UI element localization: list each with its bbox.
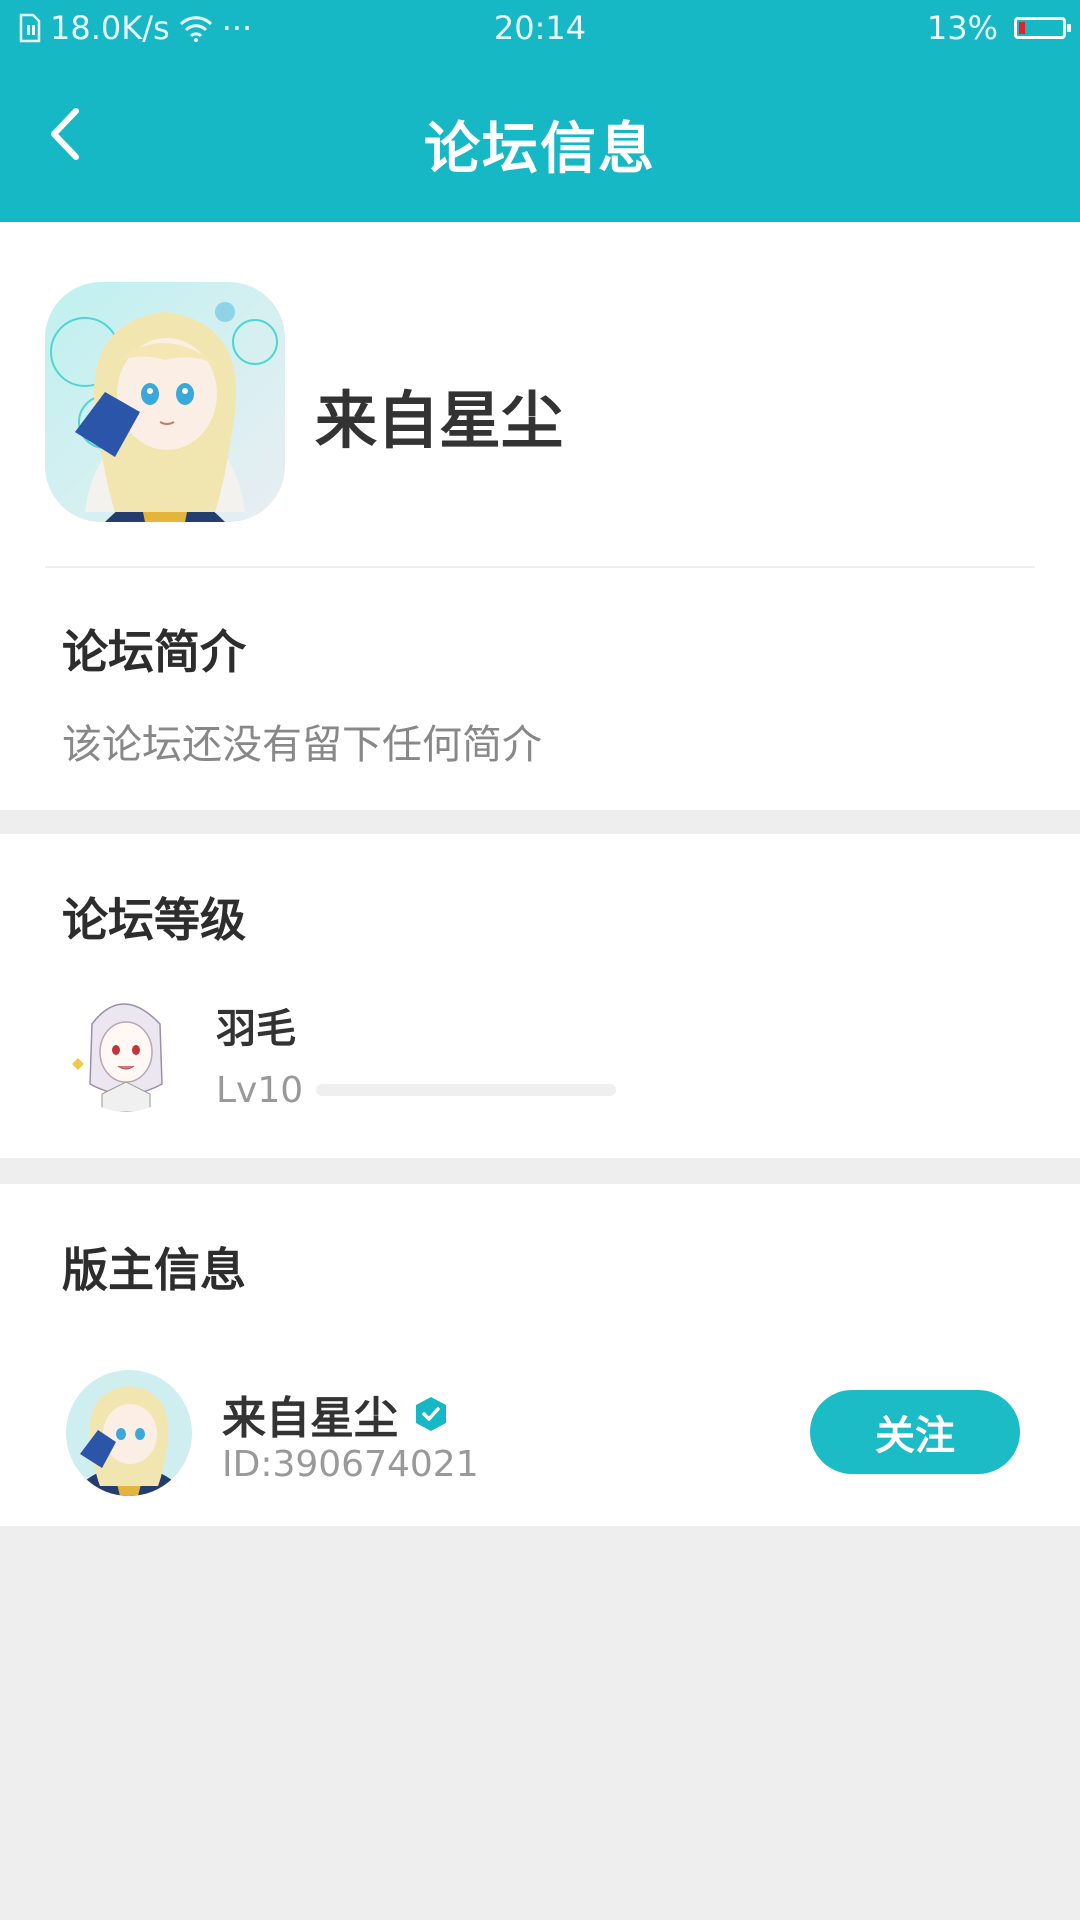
follow-button[interactable]: 关注: [810, 1390, 1020, 1474]
level-name: 羽毛: [216, 1006, 296, 1052]
level-number: Lv10: [216, 1070, 304, 1111]
moderator-avatar-image: [66, 1370, 192, 1496]
intro-title: 论坛简介: [62, 625, 246, 679]
moderator-avatar[interactable]: [66, 1370, 192, 1496]
level-progress-bar: [316, 1084, 616, 1096]
intro-text: 该论坛还没有留下任何简介: [62, 722, 542, 768]
verified-badge-icon: [416, 1397, 446, 1431]
battery-level: [1019, 22, 1025, 34]
status-bar: 18.0K/s ··· 20:14 13%: [0, 0, 1080, 58]
forum-name: 来自星尘: [315, 384, 564, 457]
level-title: 论坛等级: [62, 893, 246, 947]
app-header: 论坛信息: [0, 58, 1080, 222]
level-avatar: [62, 984, 190, 1112]
forum-level-card: 论坛等级 羽毛 Lv10: [0, 834, 1080, 1158]
divider: [45, 566, 1035, 568]
page-title: 论坛信息: [424, 117, 656, 182]
moderator-name: 来自星尘: [222, 1393, 398, 1444]
moderator-id: ID:390674021: [222, 1444, 479, 1485]
forum-avatar[interactable]: [45, 282, 285, 522]
battery-icon: [1014, 17, 1071, 39]
level-character-image: [62, 984, 190, 1112]
forum-info-card: 来自星尘 论坛简介 该论坛还没有留下任何简介: [0, 222, 1080, 810]
status-right: 13%: [926, 9, 1071, 47]
moderator-card: 版主信息 来自星尘 ID:390674021 关注: [0, 1184, 1080, 1526]
battery-percent: 13%: [926, 9, 998, 47]
moderator-name-row: 来自星尘: [222, 1382, 448, 1446]
clock: 20:14: [493, 9, 587, 47]
moderator-title: 版主信息: [62, 1243, 246, 1297]
anime-girl-avatar-image: [45, 282, 285, 522]
